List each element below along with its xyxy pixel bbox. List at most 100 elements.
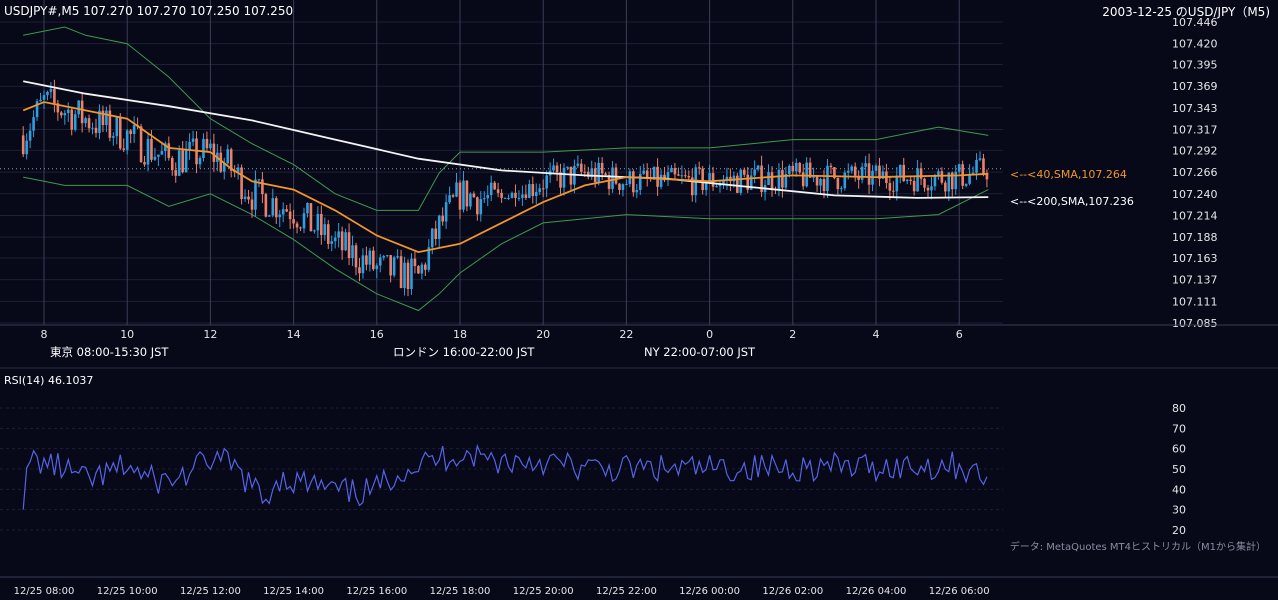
candle-body	[701, 168, 704, 191]
candle-body	[49, 88, 53, 92]
date-tick-label: 12/25 10:00	[97, 586, 158, 597]
candle-body	[777, 169, 781, 190]
candle-body	[926, 187, 930, 191]
candle-body	[42, 95, 46, 100]
candle-body	[299, 227, 302, 229]
candle-body	[281, 209, 285, 215]
hour-tick-label: 6	[956, 328, 963, 341]
candle-body	[514, 192, 517, 198]
hour-tick-label: 12	[203, 328, 217, 341]
date-tick-label: 12/26 02:00	[762, 586, 823, 597]
candle-body	[372, 250, 375, 270]
candle-body	[531, 184, 535, 197]
rsi-tick-label: 30	[1172, 504, 1186, 517]
candle-body	[146, 138, 150, 165]
candle-body	[344, 232, 347, 251]
candle-body	[375, 265, 379, 270]
candle-body	[226, 149, 230, 164]
candle-body	[288, 211, 292, 220]
candle-body	[975, 159, 978, 173]
candle-body	[316, 213, 320, 231]
candle-body	[576, 163, 580, 166]
candle-body	[39, 99, 42, 102]
price-tick-label: 107.240	[1172, 188, 1218, 201]
price-tick-label: 107.317	[1172, 124, 1218, 137]
sma40-line	[22, 101, 989, 254]
candle-body	[271, 198, 275, 216]
candle-body	[552, 165, 555, 171]
candle-body	[469, 193, 472, 207]
candle-body	[396, 256, 399, 258]
candle-body	[472, 193, 476, 198]
candle-body	[261, 179, 264, 195]
candle-body	[73, 114, 77, 130]
candle-body	[684, 175, 687, 177]
candle-body	[302, 213, 306, 229]
candle-body	[770, 172, 774, 190]
candle-body	[919, 168, 923, 179]
candle-body	[798, 162, 802, 173]
candle-body	[982, 158, 985, 174]
candle-body	[320, 213, 323, 236]
candle-body	[122, 148, 126, 150]
candle-body	[209, 143, 212, 149]
candle-body	[420, 264, 424, 274]
candle-body	[697, 167, 701, 169]
candle-body	[545, 175, 548, 189]
rsi-line	[22, 443, 988, 510]
candle-body	[677, 174, 680, 176]
candle-body	[129, 130, 132, 134]
candle-body	[257, 179, 261, 181]
candle-body	[850, 166, 854, 171]
candle-body	[829, 165, 833, 168]
candle-body	[912, 180, 916, 192]
candle-body	[254, 179, 257, 210]
price-tick-label: 107.188	[1172, 231, 1218, 244]
candle-body	[611, 167, 614, 189]
price-tick-label: 107.292	[1172, 144, 1218, 157]
bollinger-lower-line	[23, 176, 989, 312]
candle-body	[736, 175, 739, 193]
candle-body	[70, 109, 74, 130]
candle-body	[63, 113, 67, 116]
candle-body	[392, 257, 396, 276]
candle-body	[541, 188, 545, 190]
sma40-label: <--<40,SMA,107.264	[1010, 168, 1127, 181]
candle-body	[632, 171, 635, 193]
candle-body	[864, 163, 867, 167]
candle-body	[625, 184, 628, 186]
candle-body	[406, 262, 410, 290]
candle-body	[479, 199, 483, 215]
candle-body	[937, 171, 940, 176]
candle-body	[489, 182, 493, 196]
candle-body	[971, 172, 975, 174]
candle-body	[933, 175, 937, 187]
candle-body	[285, 209, 288, 212]
candle-body	[715, 186, 718, 188]
candle-body	[711, 173, 715, 187]
candle-body	[448, 195, 451, 203]
candle-body	[91, 127, 94, 129]
price-gridlines	[0, 0, 1003, 325]
candle-body	[486, 195, 490, 199]
candle-body	[944, 182, 947, 192]
candle-body	[118, 117, 122, 149]
candle-body	[673, 168, 677, 175]
candle-body	[66, 109, 70, 114]
candle-body	[181, 150, 184, 173]
candle-body	[510, 192, 514, 198]
candle-body	[274, 198, 278, 218]
candle-body	[905, 179, 909, 182]
candle-body	[410, 258, 413, 290]
candle-body	[365, 255, 368, 265]
candle-body	[333, 237, 337, 242]
candle-body	[680, 175, 684, 177]
candle-body	[399, 256, 403, 289]
candle-body	[600, 162, 604, 174]
candle-body	[583, 171, 587, 173]
candle-body	[534, 192, 538, 197]
candle-body	[521, 194, 524, 198]
candle-body	[895, 175, 899, 192]
candle-body	[84, 118, 87, 124]
data-source-note: データ: MetaQuotes MT4ヒストリカル（M1から集計）	[1010, 540, 1266, 553]
